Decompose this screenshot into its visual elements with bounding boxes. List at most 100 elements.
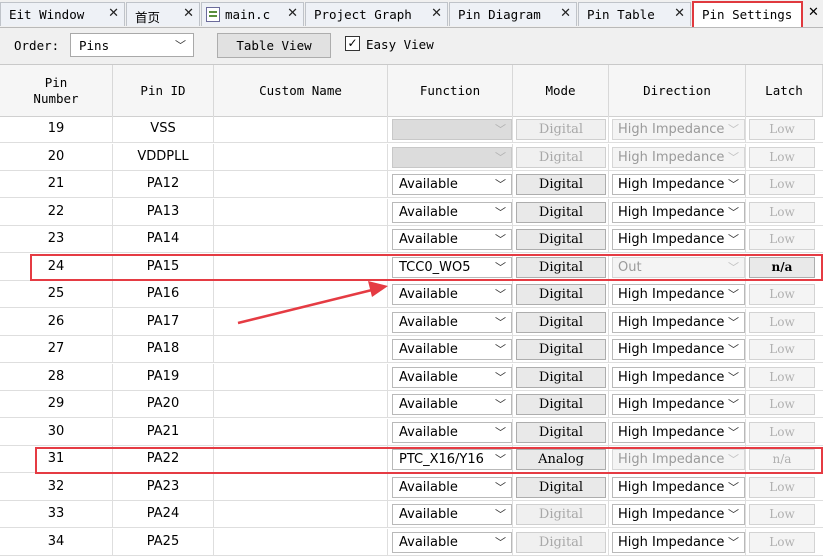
function-select[interactable]: Available ﹀ <box>392 339 512 360</box>
table-row[interactable]: 29 PA20 Available ﹀ Digital High Impedance ﹀ Lo… <box>0 391 823 418</box>
custom-name-cell[interactable] <box>214 308 388 336</box>
latch-button[interactable]: Low <box>749 229 815 250</box>
function-select[interactable]: Available ﹀ <box>392 421 512 443</box>
table-row[interactable]: 32 PA23 Available ﹀ Digital High Impedance ﹀ Lo… <box>0 473 823 501</box>
column-header-custom-name[interactable]: Custom Name <box>214 65 388 116</box>
direction-select[interactable]: High Impedance ﹀ <box>612 504 745 525</box>
custom-name-cell[interactable] <box>214 171 388 198</box>
latch-button[interactable]: Low <box>749 394 815 415</box>
function-select[interactable]: PTC_X16/Y16 ﹀ <box>392 449 512 470</box>
mode-button[interactable]: Digital <box>516 201 606 223</box>
latch-button[interactable]: Low <box>749 339 815 360</box>
custom-name-cell[interactable] <box>214 473 388 501</box>
column-header-function[interactable]: Function <box>388 65 513 116</box>
latch-button[interactable]: Low <box>749 311 815 333</box>
close-icon[interactable]: ✕ <box>674 6 685 21</box>
mode-button[interactable]: Digital <box>516 394 606 415</box>
close-icon[interactable]: ✕ <box>108 6 119 21</box>
function-select[interactable]: Available ﹀ <box>392 476 512 498</box>
custom-name-cell[interactable] <box>214 143 388 171</box>
mode-button[interactable]: Digital <box>516 504 606 525</box>
tab-pin-diagram[interactable]: Pin Diagram ✕ <box>449 2 577 26</box>
close-icon[interactable]: ✕ <box>808 5 819 20</box>
tab-pin-settings[interactable]: Pin Settings <box>692 1 803 27</box>
function-select[interactable]: Available ﹀ <box>392 366 512 388</box>
function-select[interactable]: ﹀ <box>392 119 512 140</box>
function-select[interactable]: TCC0_WO5 ﹀ <box>392 256 512 278</box>
function-select[interactable]: Available ﹀ <box>392 284 512 305</box>
direction-select[interactable]: High Impedance ﹀ <box>612 421 745 443</box>
tab-main-c[interactable]: main.c ✕ <box>201 2 304 26</box>
custom-name-cell[interactable] <box>214 226 388 253</box>
direction-select[interactable]: High Impedance ﹀ <box>612 146 745 168</box>
table-row[interactable]: 24 PA15 TCC0_WO5 ﹀ Digital Out ﹀ n/a <box>0 253 823 281</box>
direction-select[interactable]: High Impedance ﹀ <box>612 174 745 195</box>
mode-button[interactable]: Digital <box>516 421 606 443</box>
latch-button[interactable]: Low <box>749 366 815 388</box>
latch-button[interactable]: n/a <box>749 256 815 278</box>
latch-button[interactable]: Low <box>749 476 815 498</box>
column-header-direction[interactable]: Direction <box>609 65 746 116</box>
mode-button[interactable]: Digital <box>516 146 606 168</box>
column-header-pin-id[interactable]: Pin ID <box>113 65 214 116</box>
column-header-mode[interactable]: Mode <box>513 65 609 116</box>
custom-name-cell[interactable] <box>214 253 388 281</box>
function-select[interactable]: Available ﹀ <box>392 201 512 223</box>
table-row[interactable]: 26 PA17 Available ﹀ Digital High Impedance ﹀ Lo… <box>0 308 823 336</box>
table-row[interactable]: 27 PA18 Available ﹀ Digital High Impedance ﹀ Lo… <box>0 336 823 363</box>
custom-name-cell[interactable] <box>214 363 388 391</box>
table-row[interactable]: 20 VDDPLL ﹀ Digital High Impedance ﹀ Low <box>0 143 823 171</box>
column-header-pin-number[interactable]: Pin Number <box>0 65 113 116</box>
direction-select[interactable]: High Impedance ﹀ <box>612 339 745 360</box>
mode-button[interactable]: Digital <box>516 256 606 278</box>
mode-button[interactable]: Digital <box>516 119 606 140</box>
close-icon[interactable]: ✕ <box>431 6 442 21</box>
close-icon[interactable]: ✕ <box>183 6 194 21</box>
order-select[interactable]: Pins ﹀ <box>70 33 194 57</box>
table-row[interactable]: 23 PA14 Available ﹀ Digital High Impedance ﹀ Lo… <box>0 226 823 253</box>
custom-name-cell[interactable] <box>214 281 388 308</box>
mode-button[interactable]: Analog <box>516 449 606 470</box>
latch-button[interactable]: Low <box>749 201 815 223</box>
table-row[interactable]: 19 VSS ﹀ Digital High Impedance ﹀ Low <box>0 116 823 143</box>
function-select[interactable]: Available ﹀ <box>392 311 512 333</box>
direction-select[interactable]: High Impedance ﹀ <box>612 119 745 140</box>
direction-select[interactable]: High Impedance ﹀ <box>612 476 745 498</box>
close-icon[interactable]: ✕ <box>560 6 571 21</box>
mode-button[interactable]: Digital <box>516 229 606 250</box>
custom-name-cell[interactable] <box>214 446 388 473</box>
column-header-latch[interactable]: Latch <box>746 65 823 116</box>
direction-select[interactable]: High Impedance ﹀ <box>612 449 745 470</box>
latch-button[interactable]: Low <box>749 531 815 553</box>
direction-select[interactable]: High Impedance ﹀ <box>612 311 745 333</box>
function-select[interactable]: Available ﹀ <box>392 229 512 250</box>
custom-name-cell[interactable] <box>214 418 388 446</box>
close-icon[interactable]: ✕ <box>287 6 298 21</box>
table-row[interactable]: 30 PA21 Available ﹀ Digital High Impedance ﹀ Lo… <box>0 418 823 446</box>
table-row[interactable]: 21 PA12 Available ﹀ Digital High Impedance ﹀ Lo… <box>0 171 823 198</box>
latch-button[interactable]: n/a <box>749 449 815 470</box>
custom-name-cell[interactable] <box>214 198 388 226</box>
custom-name-cell[interactable] <box>214 501 388 528</box>
latch-button[interactable]: Low <box>749 284 815 305</box>
mode-button[interactable]: Digital <box>516 366 606 388</box>
easy-view-checkbox[interactable]: ✓ <box>345 36 360 51</box>
function-select[interactable]: ﹀ <box>392 146 512 168</box>
function-select[interactable]: Available ﹀ <box>392 174 512 195</box>
direction-select[interactable]: High Impedance ﹀ <box>612 394 745 415</box>
latch-button[interactable]: Low <box>749 146 815 168</box>
mode-button[interactable]: Digital <box>516 339 606 360</box>
table-row[interactable]: 31 PA22 PTC_X16/Y16 ﹀ Analog High Impedance ﹀ n… <box>0 446 823 473</box>
custom-name-cell[interactable] <box>214 528 388 556</box>
latch-button[interactable]: Low <box>749 504 815 525</box>
direction-select[interactable]: High Impedance ﹀ <box>612 284 745 305</box>
custom-name-cell[interactable] <box>214 116 388 143</box>
direction-select[interactable]: High Impedance ﹀ <box>612 229 745 250</box>
mode-button[interactable]: Digital <box>516 531 606 553</box>
direction-select[interactable]: High Impedance ﹀ <box>612 201 745 223</box>
mode-button[interactable]: Digital <box>516 476 606 498</box>
table-row[interactable]: 28 PA19 Available ﹀ Digital High Impedance ﹀ Lo… <box>0 363 823 391</box>
table-row[interactable]: 33 PA24 Available ﹀ Digital High Impedance ﹀ Lo… <box>0 501 823 528</box>
latch-button[interactable]: Low <box>749 421 815 443</box>
function-select[interactable]: Available ﹀ <box>392 394 512 415</box>
